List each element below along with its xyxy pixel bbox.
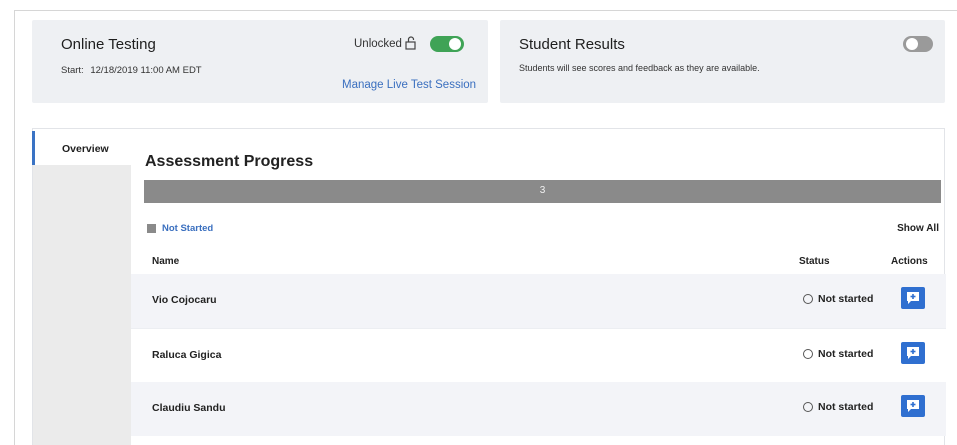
assessment-progress-title: Assessment Progress <box>145 153 314 170</box>
start-label: Start: <box>61 65 84 76</box>
student-results-card: Student Results Students will see scores… <box>500 20 945 103</box>
comment-icon <box>907 347 919 359</box>
column-header-status: Status <box>799 256 830 267</box>
circle-icon <box>803 349 813 359</box>
column-header-actions: Actions <box>891 256 928 267</box>
student-name: Claudiu Sandu <box>152 402 226 414</box>
student-results-toggle[interactable] <box>903 36 933 52</box>
frame-top-border <box>14 10 957 11</box>
comment-button[interactable] <box>901 342 925 364</box>
comment-icon <box>907 400 919 412</box>
active-tab-indicator <box>32 131 35 165</box>
student-name: Vio Cojocaru <box>152 294 217 306</box>
tab-overview[interactable]: Overview <box>62 143 109 155</box>
table-row: Claudiu Sandu Not started <box>131 382 946 436</box>
assessment-panel: Overview Assessment Progress 3 Not Start… <box>32 128 946 445</box>
manage-live-test-session-link[interactable]: Manage Live Test Session <box>342 79 476 91</box>
legend-swatch <box>147 224 156 233</box>
student-results-description: Students will see scores and feedback as… <box>519 63 760 73</box>
student-results-title: Student Results <box>519 36 625 53</box>
progress-count: 3 <box>539 185 546 196</box>
sidebar <box>33 165 131 445</box>
start-line: Start: 12/18/2019 11:00 AM EDT <box>61 65 202 76</box>
column-header-name: Name <box>152 256 180 267</box>
table-row: Raluca Gigica Not started <box>131 328 946 382</box>
table-row: Vio Cojocaru Not started <box>131 274 946 328</box>
unlock-icon <box>405 36 417 50</box>
student-status: Not started <box>818 401 874 413</box>
comment-button[interactable] <box>901 395 925 417</box>
toggle-knob <box>449 38 461 50</box>
circle-icon <box>803 294 813 304</box>
frame-left-border <box>14 10 15 445</box>
comment-icon <box>907 292 919 304</box>
lock-status-label: Unlocked <box>354 38 402 50</box>
online-testing-title: Online Testing <box>61 36 156 53</box>
student-status: Not started <box>818 293 874 305</box>
circle-icon <box>803 402 813 412</box>
show-all-link[interactable]: Show All <box>897 223 939 234</box>
student-status: Not started <box>818 348 874 360</box>
legend-not-started[interactable]: Not Started <box>162 223 213 234</box>
online-testing-card: Online Testing Start: 12/18/2019 11:00 A… <box>32 20 488 103</box>
start-value: 12/18/2019 11:00 AM EDT <box>90 65 202 76</box>
unlock-toggle[interactable] <box>430 36 464 52</box>
progress-bar: 3 <box>144 180 941 203</box>
comment-button[interactable] <box>901 287 925 309</box>
toggle-knob <box>906 38 918 50</box>
student-name: Raluca Gigica <box>152 349 222 361</box>
